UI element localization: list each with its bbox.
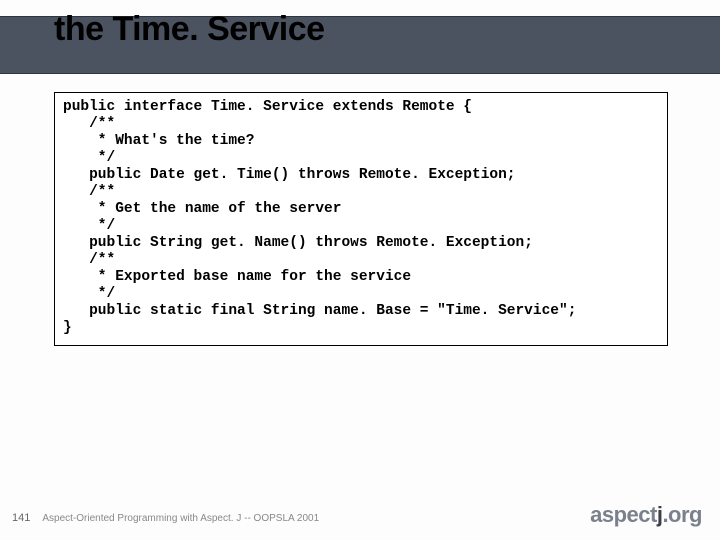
comment: */ <box>63 218 115 234</box>
logo-part: aspect <box>590 502 657 527</box>
logo: aspectj.org <box>590 502 702 528</box>
code-line: /** <box>63 252 659 269</box>
comment: * What's the time? <box>63 133 254 149</box>
brace: } <box>63 320 72 336</box>
typename: Remote. Exception; <box>359 167 516 183</box>
code-line: * Exported base name for the service <box>63 269 659 286</box>
code-line: */ <box>63 150 659 167</box>
code-line: * Get the name of the server <box>63 201 659 218</box>
typename: Remote. Exception; <box>376 235 533 251</box>
code-frame: public interface Time. Service extends R… <box>54 92 668 346</box>
sig: Date get. Time() <box>150 167 298 183</box>
code-line: /** <box>63 116 659 133</box>
typename: Time. Service <box>211 99 333 115</box>
comment: */ <box>63 286 115 302</box>
code-line: public static final String name. Base = … <box>63 303 659 320</box>
code-line: public Date get. Time() throws Remote. E… <box>63 167 659 184</box>
comment: /** <box>63 252 115 268</box>
kw: public static final <box>63 303 263 319</box>
kw: public interface <box>63 99 211 115</box>
comment: * Exported base name for the service <box>63 269 411 285</box>
code-line: * What's the time? <box>63 133 659 150</box>
sig: String name. Base = "Time. Service"; <box>263 303 576 319</box>
page-number: 141 <box>12 512 30 524</box>
code-line: */ <box>63 286 659 303</box>
footer-left: 141 Aspect-Oriented Programming with Asp… <box>12 512 319 524</box>
kw: throws <box>298 167 359 183</box>
kw: throws <box>315 235 376 251</box>
comment: /** <box>63 184 115 200</box>
code-line: } <box>63 320 659 337</box>
code-line: public String get. Name() throws Remote.… <box>63 235 659 252</box>
comment: * Get the name of the server <box>63 201 341 217</box>
code-line: /** <box>63 184 659 201</box>
footer-caption: Aspect-Oriented Programming with Aspect.… <box>42 513 319 524</box>
typename: Remote { <box>402 99 472 115</box>
comment: */ <box>63 150 115 166</box>
code-line: public interface Time. Service extends R… <box>63 99 659 116</box>
kw: public <box>63 235 150 251</box>
slide-title: the Time. Service <box>54 10 325 49</box>
kw: extends <box>333 99 403 115</box>
sig: String get. Name() <box>150 235 315 251</box>
kw: public <box>63 167 150 183</box>
comment: /** <box>63 116 115 132</box>
logo-part: .org <box>662 502 702 527</box>
code-line: */ <box>63 218 659 235</box>
